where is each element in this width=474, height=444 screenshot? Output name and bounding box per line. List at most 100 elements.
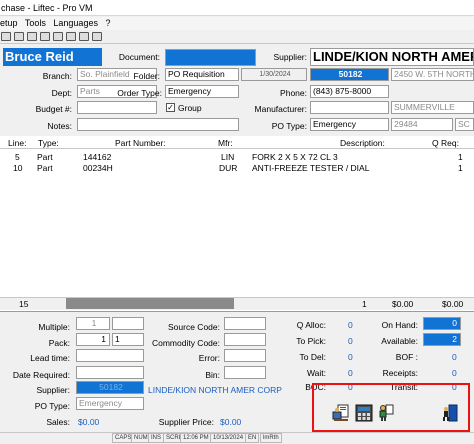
- row-qty: 1: [458, 152, 463, 162]
- toolbar-icon-7[interactable]: [79, 32, 89, 41]
- row-type: Part: [37, 163, 53, 173]
- bin-label: Bin:: [205, 370, 220, 380]
- toolbar-icon-6[interactable]: [66, 32, 76, 41]
- source-code-label: Source Code:: [168, 322, 220, 332]
- summary-amount: $0.00: [392, 299, 414, 309]
- title-bar: chase - Liftec - Pro VM: [0, 0, 474, 16]
- menu-setup[interactable]: etup: [0, 18, 18, 28]
- date-field: 1/30/2024: [241, 68, 307, 81]
- clock-time: 12:06 PM: [180, 433, 212, 443]
- toolbar-icon-3[interactable]: [27, 32, 37, 41]
- window-title: chase - Liftec - Pro VM: [1, 3, 93, 13]
- summary-line: 15: [19, 299, 29, 309]
- on-hand-value[interactable]: 0: [423, 317, 461, 330]
- group-label: Group: [178, 103, 202, 113]
- calculator-icon[interactable]: [355, 404, 373, 422]
- row-mfr: DUR: [219, 163, 238, 173]
- receipts-value: 0: [452, 368, 457, 378]
- print-doc-icon[interactable]: [332, 404, 350, 422]
- menu-help[interactable]: ?: [105, 18, 110, 28]
- horizontal-scrollbar[interactable]: [66, 298, 234, 309]
- budget-label: Budget #:: [35, 104, 72, 114]
- document-field[interactable]: [165, 49, 256, 66]
- toolbar-icon-4[interactable]: [40, 32, 50, 41]
- branch-label: Branch:: [42, 71, 72, 81]
- supplier-name-field[interactable]: LINDE/KION NORTH AMER: [310, 48, 474, 66]
- order-type-label: Order Type:: [117, 88, 162, 98]
- supplier-price-label: Supplier Price:: [158, 417, 214, 427]
- buyer-name: Bruce Reid: [3, 48, 102, 66]
- col-part-number[interactable]: Part Number:: [115, 137, 166, 149]
- manufacturer-field[interactable]: [310, 101, 389, 114]
- detail-supplier-code[interactable]: 50182: [76, 381, 144, 394]
- row-qty: 1: [458, 163, 463, 173]
- available-value[interactable]: 2: [423, 333, 461, 346]
- multiple-label: Multiple:: [38, 322, 70, 332]
- sales-label: Sales:: [46, 417, 70, 427]
- lead-time-field[interactable]: [76, 349, 144, 362]
- row-desc: ANTI-FREEZE TESTER / DIAL: [252, 163, 370, 173]
- person-cart-icon[interactable]: [377, 404, 395, 422]
- toolbar: [0, 30, 474, 44]
- po-type-field[interactable]: Emergency: [310, 118, 389, 131]
- summary-qty: 1: [362, 299, 367, 309]
- state-field: SC: [455, 118, 474, 131]
- supplier-address-field: 2450 W. 5TH NORTH: [391, 68, 474, 81]
- toolbar-icon-5[interactable]: [53, 32, 63, 41]
- available-label: Available:: [381, 336, 418, 346]
- folder-label: Folder:: [133, 71, 160, 81]
- bin-field[interactable]: [224, 366, 266, 379]
- pack-field-1[interactable]: 1: [76, 333, 110, 346]
- supplier-code-field[interactable]: 50182: [310, 68, 389, 81]
- multiple-field-1[interactable]: 1: [76, 317, 110, 330]
- zip-field: 29484: [391, 118, 453, 131]
- grid-header: [0, 136, 474, 149]
- folder-field[interactable]: PO Requisition: [165, 68, 239, 81]
- bof-label: BOF :: [395, 352, 418, 362]
- summary-amount-2: $0.00: [442, 299, 464, 309]
- toolbar-icon-2[interactable]: [14, 32, 24, 41]
- to-del-value: 0: [348, 352, 353, 362]
- to-pick-label: To Pick:: [296, 336, 326, 346]
- toolbar-icon-1[interactable]: [1, 32, 11, 41]
- col-description[interactable]: Description:: [340, 137, 385, 149]
- error-field[interactable]: [224, 349, 266, 362]
- user-indicator: lmRth: [260, 433, 282, 443]
- exit-door-icon[interactable]: [441, 404, 459, 422]
- manufacturer-label: Manufacturer:: [254, 104, 307, 114]
- commodity-code-field[interactable]: [224, 333, 266, 346]
- notes-field[interactable]: [77, 118, 239, 131]
- multiple-field-2[interactable]: [112, 317, 144, 330]
- budget-field[interactable]: [77, 101, 157, 114]
- toolbar-icon-8[interactable]: [92, 32, 102, 41]
- date-required-field[interactable]: [76, 366, 144, 379]
- q-alloc-label: Q Alloc:: [296, 320, 326, 330]
- supplier-price-value: $0.00: [220, 417, 242, 427]
- clock-date: 10/13/2024: [210, 433, 247, 443]
- receipts-label: Receipts:: [382, 368, 418, 378]
- menu-tools[interactable]: Tools: [25, 18, 46, 28]
- col-q-req[interactable]: Q Req:: [432, 137, 459, 149]
- to-del-label: To Del:: [299, 352, 326, 362]
- commodity-code-label: Commodity Code:: [151, 338, 220, 348]
- sales-value: $0.00: [78, 417, 100, 427]
- group-checkbox[interactable]: ✓: [166, 103, 175, 112]
- phone-label: Phone:: [280, 88, 307, 98]
- phone-field[interactable]: (843) 875-8000: [310, 85, 389, 98]
- menu-languages[interactable]: Languages: [53, 18, 98, 28]
- menu-bar: etup Tools Languages ?: [0, 17, 474, 30]
- to-pick-value: 0: [348, 336, 353, 346]
- q-alloc-value: 0: [348, 320, 353, 330]
- col-line[interactable]: Line:: [8, 137, 26, 149]
- source-code-field[interactable]: [224, 317, 266, 330]
- wait-label: Wait:: [306, 368, 326, 378]
- order-type-field[interactable]: Emergency: [165, 85, 239, 98]
- detail-supplier-label: Supplier:: [36, 385, 70, 395]
- error-label: Error:: [198, 353, 220, 363]
- row-line: 5: [15, 152, 20, 162]
- pack-label: Pack:: [48, 338, 70, 348]
- detail-po-type-field[interactable]: Emergency: [76, 397, 144, 410]
- col-type[interactable]: Type:: [38, 137, 59, 149]
- detail-supplier-name: LINDE/KION NORTH AMER CORP: [148, 385, 282, 395]
- col-mfr[interactable]: Mfr:: [218, 137, 233, 149]
